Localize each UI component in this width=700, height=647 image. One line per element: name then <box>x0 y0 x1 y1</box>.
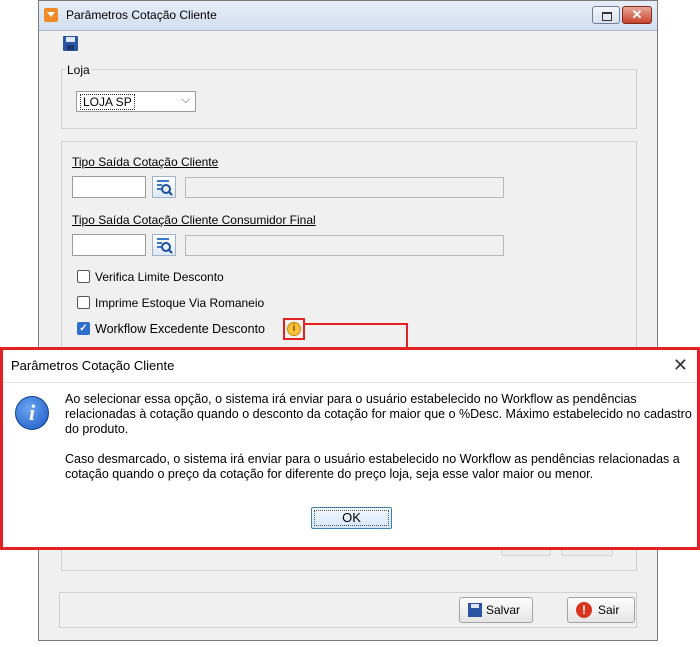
dialog-paragraph-1: Ao selecionar essa opção, o sistema irá … <box>65 392 692 436</box>
restore-button[interactable] <box>592 6 620 24</box>
tipo-saida-cf-search-button[interactable] <box>152 234 176 256</box>
dialog-paragraph-2: Caso desmarcado, o sistema irá enviar pa… <box>65 452 680 481</box>
app-icon[interactable] <box>44 8 58 22</box>
save-icon <box>468 603 482 617</box>
search-icon <box>157 238 173 254</box>
window-title: Parâmetros Cotação Cliente <box>66 8 217 22</box>
chevron-down-icon: ⌵ <box>181 94 190 106</box>
exit-icon: ! <box>576 602 592 618</box>
loja-select[interactable]: LOJA SP ⌵ <box>76 91 196 112</box>
exit-button[interactable]: ! Sair <box>567 597 635 623</box>
save-button[interactable]: Salvar <box>459 597 533 623</box>
checkbox-label: Verifica Limite Desconto <box>95 270 224 284</box>
save-toolbar-icon[interactable] <box>63 36 78 51</box>
dialog-title: Parâmetros Cotação Cliente <box>11 358 175 373</box>
tipo-saida-cf-code-input[interactable] <box>72 234 146 256</box>
tipo-saida-cf-description-field <box>185 235 504 256</box>
dialog-divider <box>3 382 697 383</box>
tipo-saida-label: Tipo Saída Cotação Cliente <box>72 155 219 169</box>
callout-line <box>305 323 408 325</box>
footer-bar <box>59 592 637 628</box>
info-dialog: Parâmetros Cotação Cliente ✕ i Ao seleci… <box>0 347 700 550</box>
tipo-saida-description-field <box>185 177 504 198</box>
loja-legend: Loja <box>65 63 92 77</box>
checkbox-box[interactable] <box>77 296 90 309</box>
exit-button-label: Sair <box>598 603 620 617</box>
checkbox-box-checked[interactable]: ✓ <box>77 322 90 335</box>
search-icon <box>157 180 173 196</box>
loja-select-value: LOJA SP <box>80 94 135 110</box>
save-button-label: Salvar <box>486 603 521 617</box>
tipo-saida-code-input[interactable] <box>72 176 146 198</box>
callout-line <box>406 323 408 348</box>
tipo-saida-search-button[interactable] <box>152 176 176 198</box>
tipo-saida-cf-label: Tipo Saída Cotação Cliente Consumidor Fi… <box>72 213 316 227</box>
ok-button[interactable]: OK <box>311 507 392 529</box>
window-close-button[interactable]: ✕ <box>622 6 652 24</box>
info-icon: i <box>287 322 301 336</box>
info-icon: i <box>15 396 49 430</box>
info-icon-button[interactable]: i <box>283 318 305 340</box>
checkbox-box[interactable] <box>77 270 90 283</box>
dialog-close-icon[interactable]: ✕ <box>673 355 688 376</box>
title-bar: Parâmetros Cotação Cliente ✕ <box>39 1 657 31</box>
checkbox-label: Imprime Estoque Via Romaneio <box>95 296 265 310</box>
checkbox-label: Workflow Excedente Desconto <box>95 322 265 336</box>
